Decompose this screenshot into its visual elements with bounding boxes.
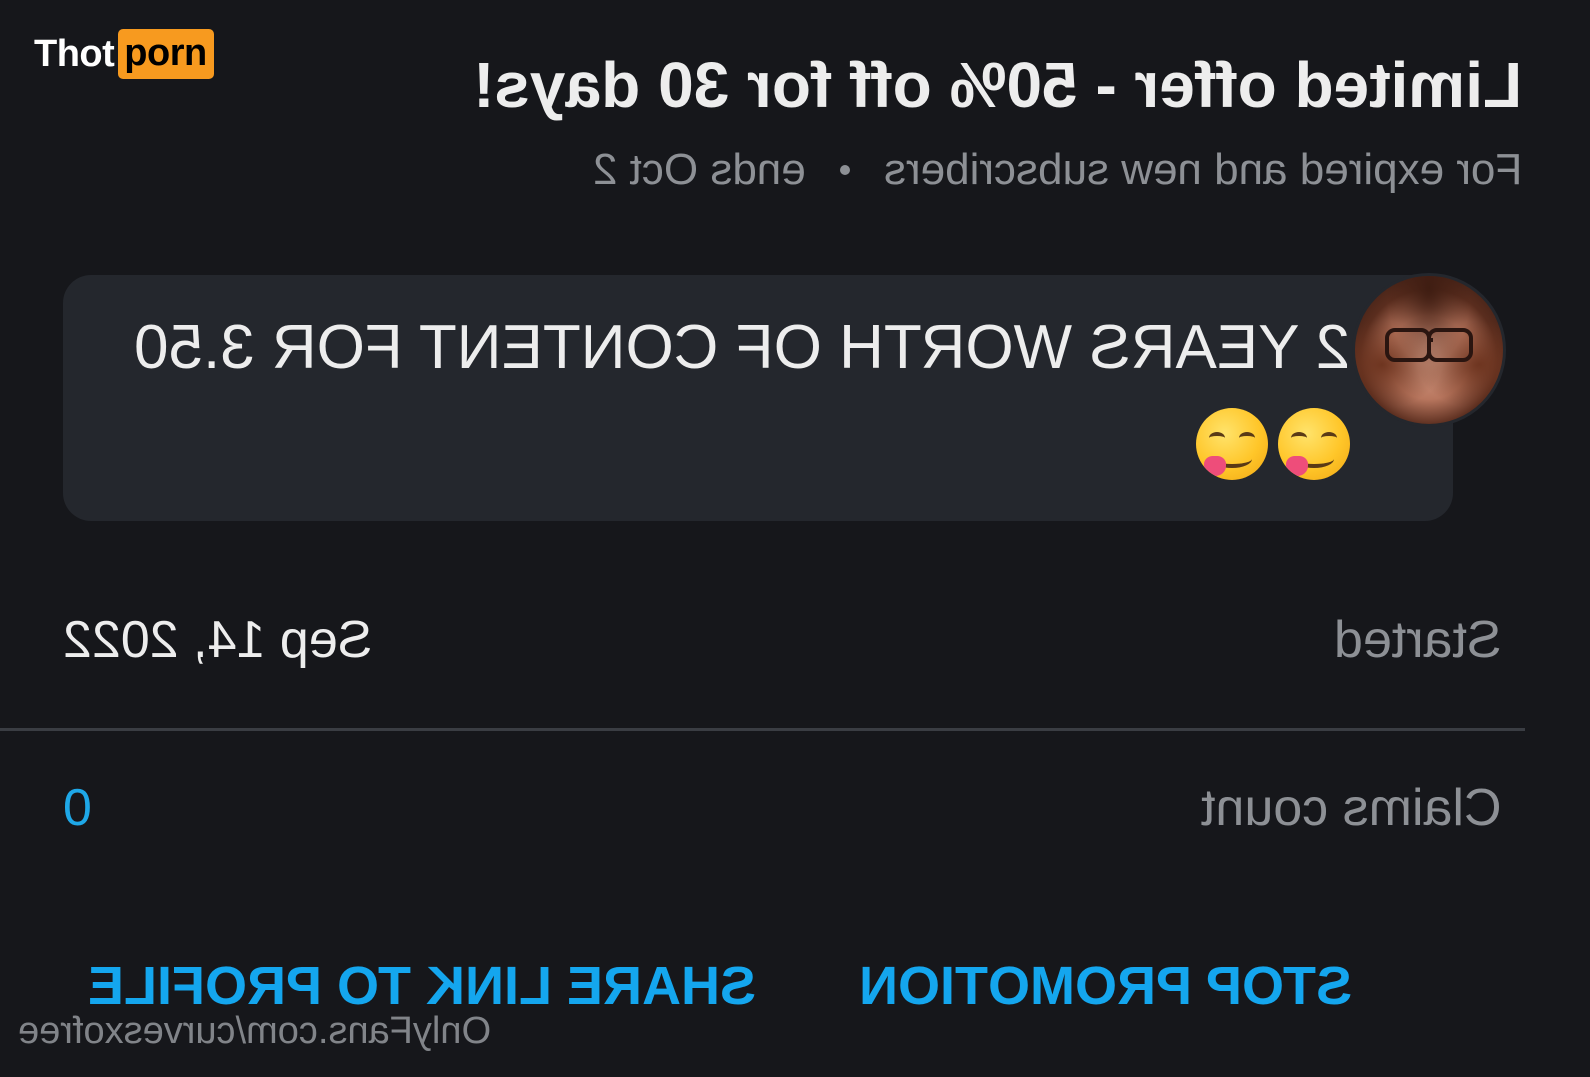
face-savoring-food-emoji — [1278, 408, 1350, 480]
logo-text-right: porn — [118, 29, 214, 79]
watermark-text: OnlyFans.com/curvesxofree — [18, 1010, 492, 1052]
claims-count-value: 0 — [63, 778, 92, 838]
stop-promotion-button[interactable]: STOP PROMOTION — [859, 955, 1352, 1017]
offer-audience: For expired and new subscribers — [883, 145, 1522, 194]
avatar-glasses-left — [1385, 328, 1431, 362]
watermark: OnlyFans.com/curvesxofree — [18, 1010, 491, 1053]
separator-dot — [839, 165, 850, 175]
offer-title-text: Limited offer - 50% off for 30 days! — [472, 49, 1522, 121]
message-text-content: 2 YEARS WORTH OF CONTENT FOR 3.50 — [133, 313, 1350, 382]
emoji-row — [1196, 408, 1350, 480]
claims-count-label-text: Claims count — [1201, 779, 1502, 837]
face-savoring-food-emoji — [1196, 408, 1268, 480]
started-value-text: Sep 14, 2022 — [63, 611, 373, 669]
share-link-label: SHARE LINK TO PROFILE — [88, 956, 757, 1016]
offer-subtitle: ends Oct 2 For expired and new subscribe… — [593, 145, 1522, 195]
started-label: Started — [1334, 610, 1502, 670]
offer-title: Limited offer - 50% off for 30 days! — [473, 48, 1522, 122]
site-logo: Thot porn — [34, 28, 214, 80]
divider — [0, 728, 1525, 731]
claims-count-label: Claims count — [1201, 778, 1502, 838]
offer-ends: ends Oct 2 — [592, 145, 806, 194]
message-text: 2 YEARS WORTH OF CONTENT FOR 3.50 — [134, 312, 1350, 383]
avatar[interactable] — [1352, 273, 1506, 427]
claims-count-value-text: 0 — [63, 779, 92, 837]
started-label-text: Started — [1334, 611, 1502, 669]
share-link-to-profile-button[interactable]: SHARE LINK TO PROFILE — [88, 955, 756, 1017]
started-value: Sep 14, 2022 — [63, 610, 372, 670]
logo-text-left: Thot — [34, 32, 115, 75]
stop-promotion-label: STOP PROMOTION — [858, 956, 1352, 1016]
avatar-glasses-right — [1427, 328, 1473, 362]
